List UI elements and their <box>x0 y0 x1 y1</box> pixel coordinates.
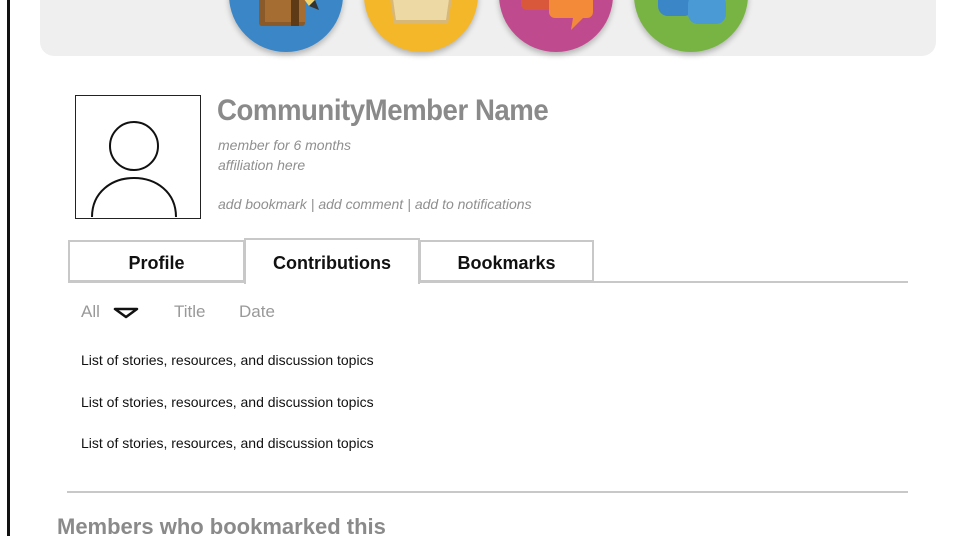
list-item[interactable]: List of stories, resources, and discussi… <box>81 352 374 368</box>
nav-bar <box>40 0 936 56</box>
filter-all-label: All <box>81 302 100 321</box>
user-silhouette-icon <box>91 121 177 218</box>
tab-profile[interactable]: Profile <box>68 240 245 282</box>
section-divider <box>67 491 908 493</box>
section-heading: Members who bookmarked this <box>57 514 386 539</box>
member-name: CommunityMember Name <box>217 94 549 127</box>
sort-title[interactable]: Title <box>174 302 206 322</box>
membership-duration: member for 6 months <box>218 137 352 153</box>
avatar <box>75 95 201 219</box>
notebook-icon[interactable] <box>229 0 343 52</box>
chat-bubbles-icon[interactable] <box>499 0 613 52</box>
tab-bookmarks[interactable]: Bookmarks <box>419 240 594 282</box>
affiliation: affiliation here <box>218 157 306 173</box>
add-bookmark-link[interactable]: add bookmark <box>218 196 307 212</box>
action-separator: | <box>310 196 315 212</box>
left-border <box>7 0 10 536</box>
tab-contributions[interactable]: Contributions <box>244 238 420 284</box>
list-item[interactable]: List of stories, resources, and discussi… <box>81 394 374 410</box>
add-to-notifications-link[interactable]: add to notifications <box>415 196 532 212</box>
add-comment-link[interactable]: add comment <box>318 196 403 212</box>
folder-icon[interactable] <box>364 0 478 52</box>
people-icon[interactable] <box>634 0 748 52</box>
action-separator: | <box>407 196 411 212</box>
sort-date[interactable]: Date <box>239 302 275 322</box>
list-item[interactable]: List of stories, resources, and discussi… <box>81 435 374 451</box>
filter-all-dropdown[interactable]: All <box>81 302 139 322</box>
profile-actions: add bookmark | add comment | add to notifica… <box>218 196 532 212</box>
chevron-down-icon <box>113 307 139 319</box>
